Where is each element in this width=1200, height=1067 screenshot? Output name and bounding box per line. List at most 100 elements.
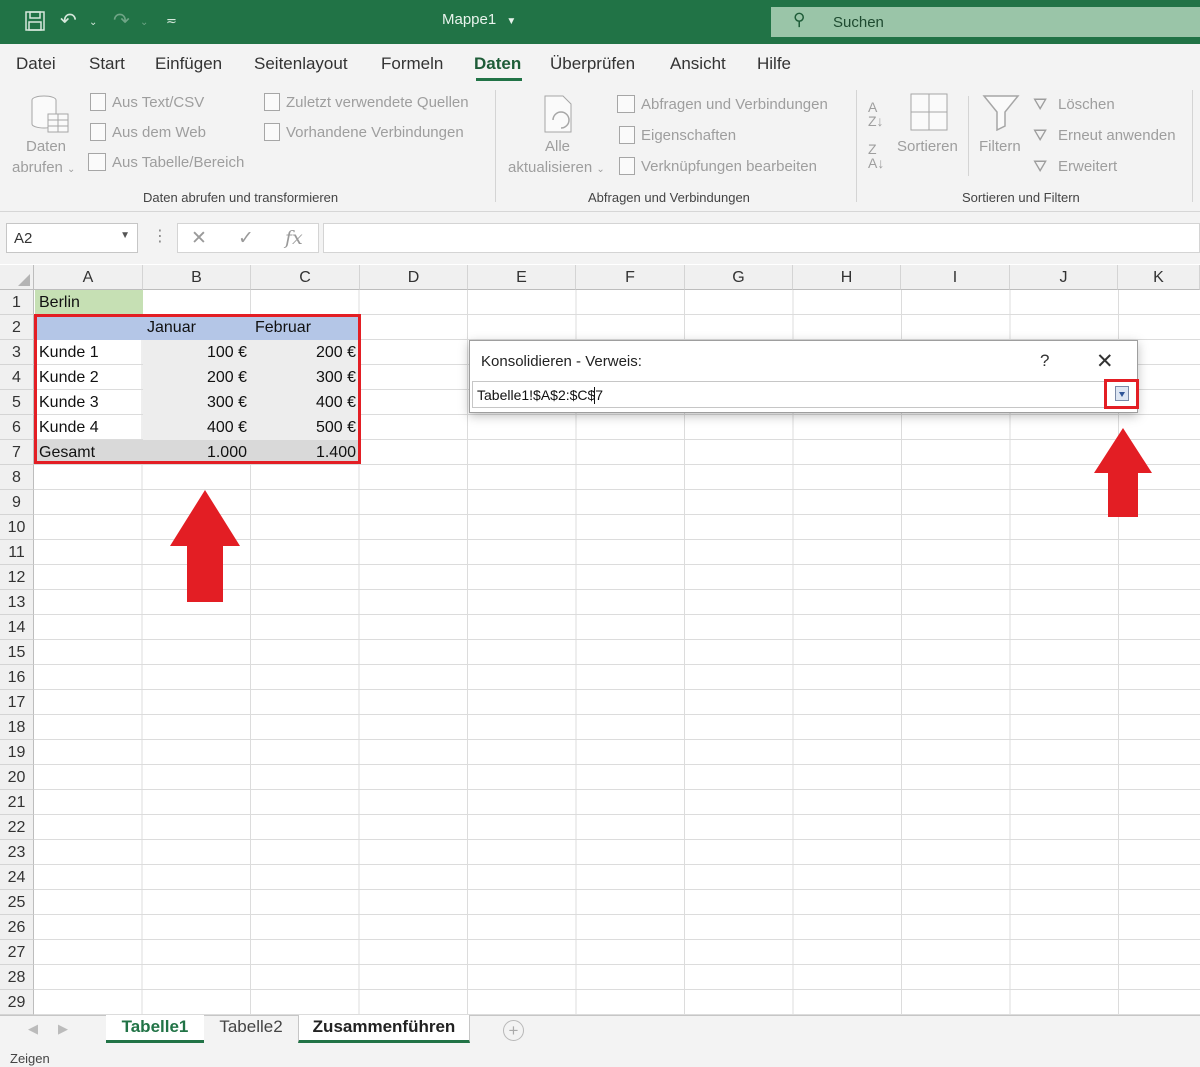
column-header-k[interactable]: K [1118,265,1200,290]
column-header-g[interactable]: G [685,265,793,290]
refresh-icon [543,94,579,139]
formula-buttons: ✕ ✓ fx [177,223,319,253]
consolidate-reference-dialog: Konsolidieren - Verweis: ? ✕ Tabelle1!$A… [469,340,1138,413]
undo-dropdown-icon[interactable]: ⌄ [89,12,97,34]
select-all-corner[interactable] [0,265,34,290]
row-header[interactable]: 23 [0,840,34,865]
cancel-icon[interactable]: ✕ [191,227,207,250]
row-header[interactable]: 18 [0,715,34,740]
enter-icon[interactable]: ✓ [238,227,254,250]
properties-button[interactable]: Eigenschaften [641,127,736,144]
search-box[interactable]: ⚲ Suchen [771,7,1200,37]
row-header[interactable]: 29 [0,990,34,1015]
undo-icon[interactable]: ↶ [60,10,77,32]
title-bar: ↶ ⌄ ↷ ⌄ ≂ Mappe1 ▼ ⚲ Suchen [0,0,1200,44]
ribbon-separator [495,90,496,202]
row-header[interactable]: 25 [0,890,34,915]
row-header[interactable]: 8 [0,465,34,490]
window-title[interactable]: Mappe1 ▼ [442,11,516,28]
reference-input[interactable]: Tabelle1!$A$2:$C$7 [472,381,1135,408]
save-icon[interactable] [24,10,46,39]
text-file-icon [90,93,106,111]
add-sheet-icon[interactable]: + [503,1020,524,1041]
scroll-left-icon[interactable]: ◀ [28,1021,38,1037]
row-header[interactable]: 22 [0,815,34,840]
row-header[interactable]: 4 [0,365,34,390]
clear-button[interactable]: Löschen [1058,96,1115,113]
row-header[interactable]: 20 [0,765,34,790]
row-header[interactable]: 19 [0,740,34,765]
column-header-j[interactable]: J [1010,265,1118,290]
row-header[interactable]: 3 [0,340,34,365]
drag-handle-icon[interactable]: ⋮ [152,226,168,246]
row-header[interactable]: 16 [0,665,34,690]
row-header[interactable]: 27 [0,940,34,965]
column-header-d[interactable]: D [360,265,468,290]
from-web-button[interactable]: Aus dem Web [112,124,206,141]
advanced-button[interactable]: Erweitert [1058,158,1117,175]
tab-ansicht[interactable]: Ansicht [670,54,726,74]
queries-icon [617,95,635,113]
column-header-b[interactable]: B [143,265,251,290]
row-header[interactable]: 15 [0,640,34,665]
recent-sources-icon [264,93,280,111]
row-header[interactable]: 6 [0,415,34,440]
close-icon[interactable]: ✕ [1096,349,1114,374]
tab-datei[interactable]: Datei [16,54,56,74]
tab-hilfe[interactable]: Hilfe [757,54,791,74]
sheet-tab-tabelle2[interactable]: Tabelle2 [204,1015,298,1043]
reference-value: Tabelle1!$A$2:$C$7 [477,387,604,403]
column-header-i[interactable]: I [901,265,1010,290]
recent-sources-button[interactable]: Zuletzt verwendete Quellen [286,94,469,111]
tab-formeln[interactable]: Formeln [381,54,443,74]
column-header-h[interactable]: H [793,265,901,290]
cell-a1[interactable]: Berlin [35,290,143,315]
existing-connections-button[interactable]: Vorhandene Verbindungen [286,124,464,141]
edit-links-button[interactable]: Verknüpfungen bearbeiten [641,158,817,175]
customize-toolbar-icon[interactable]: ≂ [166,10,177,32]
refresh-all-label-1: Alle [545,138,571,155]
from-table-button[interactable]: Aus Tabelle/Bereich [112,154,244,171]
row-header[interactable]: 26 [0,915,34,940]
column-header-c[interactable]: C [251,265,360,290]
row-header[interactable]: 12 [0,565,34,590]
tab-start[interactable]: Start [89,54,125,74]
formula-input[interactable] [323,223,1200,253]
row-header[interactable]: 21 [0,790,34,815]
expand-dialog-button[interactable] [1104,379,1139,409]
row-header[interactable]: 11 [0,540,34,565]
name-box[interactable]: A2 ▼ [6,223,138,253]
tab-einfuegen[interactable]: Einfügen [155,54,222,74]
row-header[interactable]: 9 [0,490,34,515]
sort-descending-icon[interactable]: Z A↓ [868,142,884,170]
tab-daten[interactable]: Daten [474,54,521,74]
sheet-tab-zusammenfuehren[interactable]: Zusammenführen [298,1015,470,1043]
row-header[interactable]: 10 [0,515,34,540]
row-header[interactable]: 5 [0,390,34,415]
sort-ascending-icon[interactable]: A Z↓ [868,100,884,128]
row-header[interactable]: 17 [0,690,34,715]
queries-connections-button[interactable]: Abfragen und Verbindungen [641,96,828,113]
row-header[interactable]: 28 [0,965,34,990]
column-header-a[interactable]: A [34,265,143,290]
from-text-button[interactable]: Aus Text/CSV [112,94,204,111]
help-button[interactable]: ? [1040,351,1049,371]
row-header[interactable]: 13 [0,590,34,615]
sheet-tab-tabelle1[interactable]: Tabelle1 [106,1015,204,1043]
row-header[interactable]: 1 [0,290,34,315]
reapply-button[interactable]: Erneut anwenden [1058,127,1176,144]
row-header[interactable]: 14 [0,615,34,640]
sheet-tab-bar: ◀ ▶ Tabelle1 Tabelle2 Zusammenführen + [0,1015,1200,1044]
scroll-right-icon[interactable]: ▶ [58,1021,68,1037]
chevron-down-icon: ⌄ [596,164,605,175]
refresh-all-label-2: aktualisieren ⌄ [508,159,605,176]
tab-seitenlayout[interactable]: Seitenlayout [254,54,348,74]
row-header[interactable]: 2 [0,315,34,340]
row-header[interactable]: 24 [0,865,34,890]
insert-function-icon[interactable]: fx [285,227,303,249]
tab-ueberpruefen[interactable]: Überprüfen [550,54,635,74]
column-header-f[interactable]: F [576,265,685,290]
row-header[interactable]: 7 [0,440,34,465]
sort-label: Sortieren [897,138,958,155]
column-header-e[interactable]: E [468,265,576,290]
